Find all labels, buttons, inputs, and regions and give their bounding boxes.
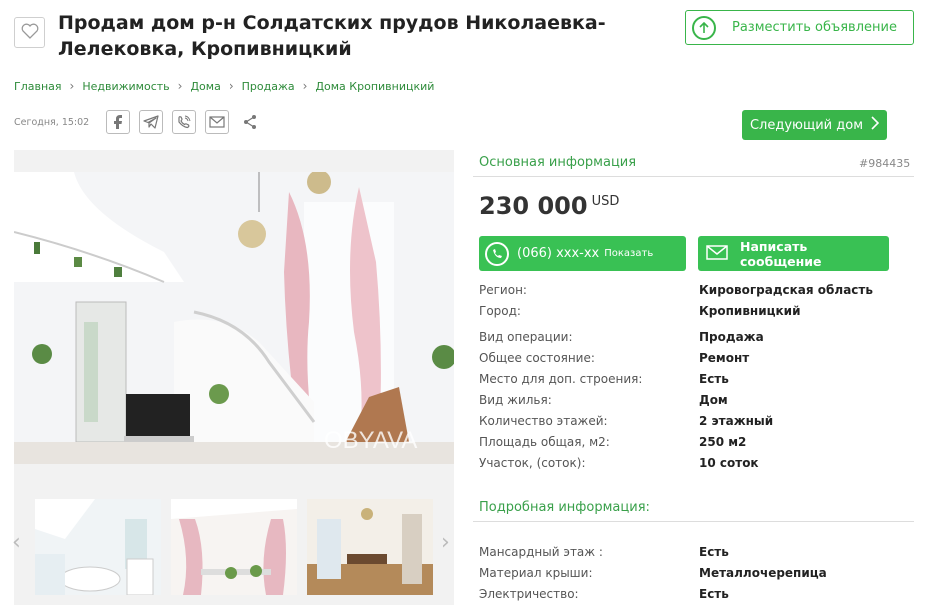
breadcrumb: Главная › Недвижимость › Дома › Продажа … <box>14 79 434 93</box>
ad-id: #984435 <box>859 157 911 170</box>
info-label: Площадь общая, м2: <box>479 435 610 449</box>
breadcrumb-home[interactable]: Главная <box>14 80 62 93</box>
photo-watermark: OBYAVA <box>324 427 417 454</box>
breadcrumb-city-houses[interactable]: Дома Кропивницкий <box>315 80 434 93</box>
info-row-attic: Мансардный этаж : Есть <box>479 545 919 561</box>
show-phone-button[interactable]: (066) xxx-xx Показать <box>479 236 686 271</box>
info-row-floors: Количество этажей: 2 этажный <box>479 414 919 430</box>
chevron-left-icon[interactable]: ‹ <box>12 530 21 555</box>
thumbnail-2[interactable] <box>171 499 297 595</box>
info-label: Вид жилья: <box>479 393 552 407</box>
chevron-right-icon: › <box>302 79 308 93</box>
meta-row: Сегодня, 15:02 <box>14 108 262 136</box>
next-house-button[interactable]: Следующий дом <box>742 110 887 140</box>
info-row-region: Регион: Кировоградская область <box>479 283 919 299</box>
thumbnail-1[interactable] <box>35 499 161 595</box>
info-row-electricity: Электричество: Есть <box>479 587 919 603</box>
info-row-housing-type: Вид жилья: Дом <box>479 393 919 409</box>
breadcrumb-sale[interactable]: Продажа <box>242 80 295 93</box>
write-message-button[interactable]: Написать сообщение <box>698 236 889 271</box>
info-value: Кропивницкий <box>699 304 801 318</box>
breadcrumb-houses[interactable]: Дома <box>190 80 220 93</box>
info-value: Кировоградская область <box>699 283 873 297</box>
phone-number: (066) xxx-xx <box>517 246 600 261</box>
info-label: Количество этажей: <box>479 414 608 428</box>
info-value: 10 соток <box>699 456 759 470</box>
info-label: Участок, (соток): <box>479 456 586 470</box>
info-value: 250 м2 <box>699 435 747 449</box>
arrow-up-circle-icon <box>692 15 716 40</box>
chevron-right-icon[interactable]: › <box>441 530 450 555</box>
chevron-right-icon: › <box>228 79 234 93</box>
info-label: Вид операции: <box>479 330 573 344</box>
chevron-right-icon: › <box>69 79 75 93</box>
info-row-operation: Вид операции: Продажа <box>479 330 919 346</box>
info-row-area: Площадь общая, м2: 250 м2 <box>479 435 919 451</box>
favorite-button[interactable] <box>14 17 45 48</box>
info-label: Место для доп. строения: <box>479 372 643 386</box>
show-phone-label: Показать <box>604 248 654 259</box>
info-label: Мансардный этаж : <box>479 545 603 559</box>
post-ad-button[interactable]: Разместить объявление <box>685 10 914 45</box>
breadcrumb-realty[interactable]: Недвижимость <box>82 80 169 93</box>
facebook-icon[interactable] <box>106 110 130 134</box>
info-row-roof: Материал крыши: Металлочерепица <box>479 566 919 582</box>
price-amount: 230 000 <box>479 192 588 220</box>
viber-icon[interactable] <box>172 110 196 134</box>
info-row-city: Город: Кропивницкий <box>479 304 919 320</box>
info-label: Город: <box>479 304 521 318</box>
telegram-icon[interactable] <box>139 110 163 134</box>
main-info-title: Основная информация <box>479 155 637 170</box>
info-value: Металлочерепица <box>699 566 827 580</box>
info-value: 2 этажный <box>699 414 774 428</box>
post-date: Сегодня, 15:02 <box>14 116 90 128</box>
divider <box>473 521 914 522</box>
page-title: Продам дом р-н Солдатских прудов Николае… <box>58 12 606 60</box>
phone-icon <box>485 241 509 266</box>
thumbnail-3[interactable] <box>307 499 433 595</box>
divider <box>473 176 914 177</box>
post-ad-label: Разместить объявление <box>732 20 897 35</box>
info-label: Материал крыши: <box>479 566 593 580</box>
detail-info-title: Подробная информация: <box>479 500 650 515</box>
info-row-extra-building: Место для доп. строения: Есть <box>479 372 919 388</box>
share-icon[interactable] <box>238 110 262 134</box>
info-row-plot: Участок, (соток): 10 соток <box>479 456 919 472</box>
price-currency: USD <box>591 194 620 209</box>
info-value: Есть <box>699 587 729 601</box>
chevron-right-icon <box>871 116 880 134</box>
info-label: Общее состояние: <box>479 351 595 365</box>
info-value: Продажа <box>699 330 764 344</box>
envelope-icon <box>706 244 728 263</box>
chevron-right-icon: › <box>177 79 183 93</box>
info-value: Есть <box>699 545 729 559</box>
info-value: Есть <box>699 372 729 386</box>
info-label: Электричество: <box>479 587 579 601</box>
info-label: Регион: <box>479 283 527 297</box>
price: 230 000 USD <box>479 192 619 220</box>
heart-icon <box>21 23 39 43</box>
mail-icon[interactable] <box>205 110 229 134</box>
write-message-label: Написать сообщение <box>740 238 822 269</box>
next-house-label: Следующий дом <box>749 117 864 133</box>
info-row-condition: Общее состояние: Ремонт <box>479 351 919 367</box>
info-value: Ремонт <box>699 351 750 365</box>
info-value: Дом <box>699 393 728 407</box>
main-photo[interactable]: OBYAVA <box>14 172 454 464</box>
